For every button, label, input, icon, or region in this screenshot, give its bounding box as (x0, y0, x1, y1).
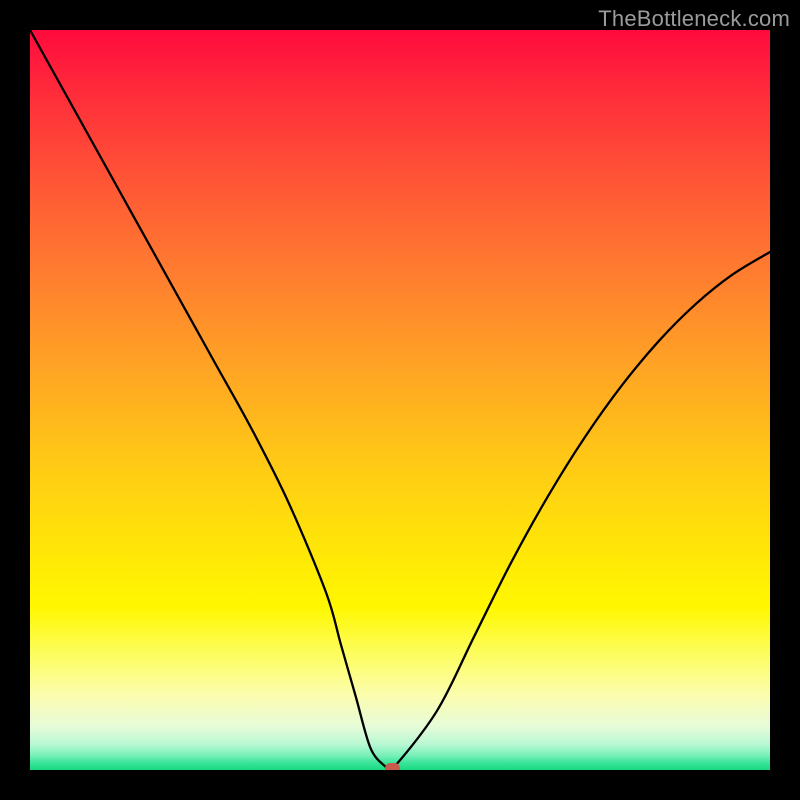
bottleneck-curve (30, 30, 770, 770)
chart-frame: TheBottleneck.com (0, 0, 800, 800)
plot-area (30, 30, 770, 770)
curve-svg (30, 30, 770, 770)
minimum-marker (385, 763, 400, 770)
watermark-text: TheBottleneck.com (598, 6, 790, 32)
